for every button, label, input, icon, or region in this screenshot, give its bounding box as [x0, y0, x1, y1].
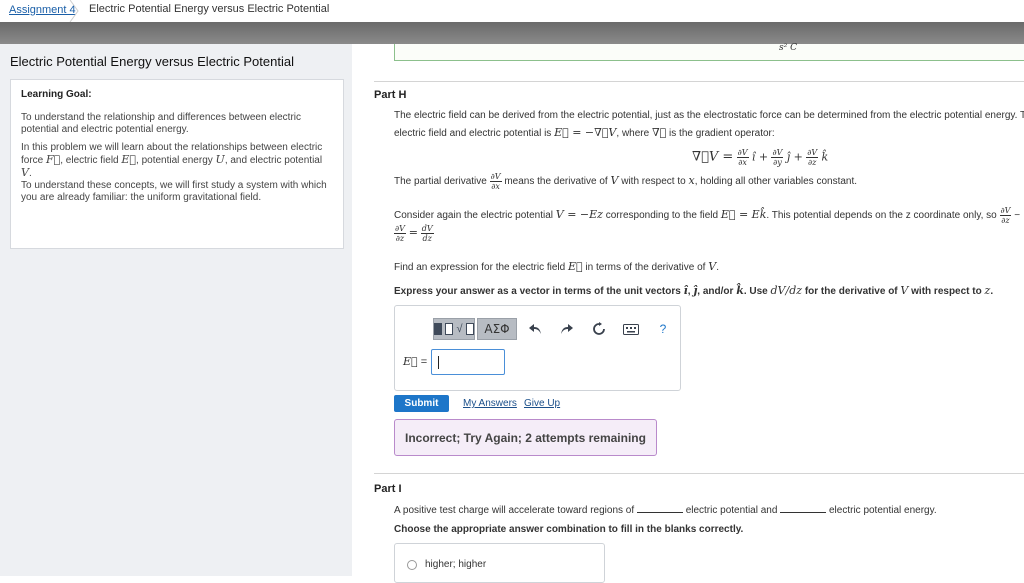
divider	[374, 473, 1024, 474]
previous-part-answer-box: s² C	[394, 43, 1024, 61]
answer-widget: √ ΑΣΦ ? E⃗ =	[394, 305, 681, 391]
answer-choices: higher; higher	[394, 543, 605, 583]
feedback-message: Incorrect; Try Again; 2 attempts remaini…	[394, 419, 657, 456]
consider-potential: Consider again the electric potential V …	[394, 206, 1021, 225]
give-up-link[interactable]: Give Up	[524, 398, 560, 409]
express-instruction: Express your answer as a vector in terms…	[394, 284, 994, 297]
main-content: s² C Part H The electric field can be de…	[352, 43, 1024, 583]
part-i-label: Part I	[374, 483, 402, 495]
my-answers-link[interactable]: My Answers	[463, 398, 517, 409]
breadcrumb-assignment-link[interactable]: Assignment 4	[9, 4, 76, 16]
gradient-equation: ∇⃗V = ∂V ∂x î + ∂V ∂y ĵ + ∂V ∂z k̂	[692, 148, 829, 167]
learning-goal-box: Learning Goal: To understand the relatio…	[10, 79, 344, 249]
text-caret	[438, 356, 439, 369]
left-panel: Electric Potential Energy versus Electri…	[0, 44, 352, 576]
blank	[780, 504, 827, 513]
submit-button[interactable]: Submit	[394, 395, 449, 412]
previous-answer-unit: s² C	[779, 43, 797, 53]
part-h-label: Part H	[374, 89, 407, 101]
blank	[636, 504, 683, 513]
learning-goal-text-2: In this problem we will learn about the …	[21, 142, 327, 203]
help-icon[interactable]: ?	[649, 318, 677, 340]
derivative-equality: ∂V ∂z = dV dz	[394, 224, 434, 243]
find-expression: Find an expression for the electric fiel…	[394, 260, 719, 273]
learning-goal-text: To understand the relationship and diffe…	[21, 112, 301, 135]
partial-derivative-note: The partial derivative ∂V ∂x means the de…	[394, 172, 858, 191]
part-i-instruction: Choose the appropriate answer combinatio…	[394, 524, 744, 535]
part-i-question: A positive test charge will accelerate t…	[394, 504, 937, 516]
breadcrumb-separator-icon	[69, 0, 79, 22]
answer-input[interactable]	[431, 349, 505, 375]
undo-icon[interactable]	[521, 318, 549, 340]
template-sqrt-icon[interactable]: √	[433, 318, 475, 340]
math-toolbar: √ ΑΣΦ ?	[433, 318, 677, 340]
divider	[374, 81, 1024, 82]
choice-radio[interactable]	[407, 560, 417, 570]
choice-label[interactable]: higher; higher	[425, 559, 486, 570]
part-h-intro: The electric field can be derived from t…	[394, 110, 1024, 121]
breadcrumb-current: Electric Potential Energy versus Electri…	[89, 3, 330, 15]
problem-title: Electric Potential Energy versus Electri…	[10, 54, 294, 69]
answer-label: E⃗ =	[403, 355, 428, 368]
keyboard-icon[interactable]	[617, 318, 645, 340]
part-h-relation: electric field and electric potential is…	[394, 126, 775, 139]
reset-icon[interactable]	[585, 318, 613, 340]
redo-icon[interactable]	[553, 318, 581, 340]
greek-symbols-button[interactable]: ΑΣΦ	[477, 318, 517, 340]
breadcrumb: Assignment 4 Electric Potential Energy v…	[0, 0, 1024, 22]
learning-goal-heading: Learning Goal:	[21, 89, 92, 100]
header-bar	[0, 22, 1024, 44]
